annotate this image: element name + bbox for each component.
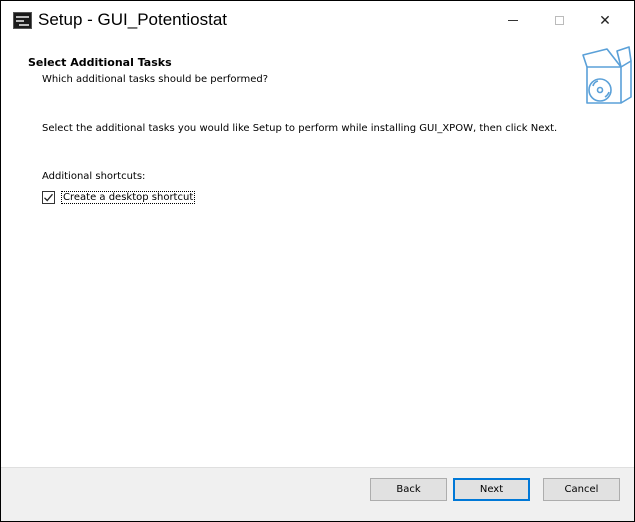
back-button[interactable]: Back [370,478,447,501]
next-button[interactable]: Next [453,478,530,501]
maximize-button [536,1,582,39]
minimize-icon [508,19,518,21]
page-title: Select Additional Tasks [28,56,172,69]
checkmark-icon [44,193,53,202]
cancel-button[interactable]: Cancel [543,478,620,501]
title-bar[interactable]: Setup - GUI_Potentiostat ✕ [1,1,634,41]
group-label: Additional shortcuts: [42,171,146,182]
close-button[interactable]: ✕ [582,1,628,39]
desktop-shortcut-option[interactable]: Create a desktop shortcut [42,191,196,204]
setup-box-disc-icon [582,46,632,104]
wizard-footer: Back Next Cancel [1,467,634,521]
desktop-shortcut-checkbox[interactable] [42,191,55,204]
maximize-icon [554,15,564,25]
page-subtitle: Which additional tasks should be perform… [42,74,269,85]
desktop-shortcut-label: Create a desktop shortcut [61,191,196,204]
minimize-button[interactable] [490,1,536,39]
setup-window: Setup - GUI_Potentiostat ✕ Select Additi… [0,0,635,522]
app-icon [13,12,32,29]
task-panel: Select the additional tasks you would li… [1,108,634,468]
close-icon: ✕ [599,11,611,28]
wizard-header: Select Additional Tasks Which additional… [1,41,634,108]
instructions-text: Select the additional tasks you would li… [42,123,558,134]
window-title: Setup - GUI_Potentiostat [38,10,227,29]
